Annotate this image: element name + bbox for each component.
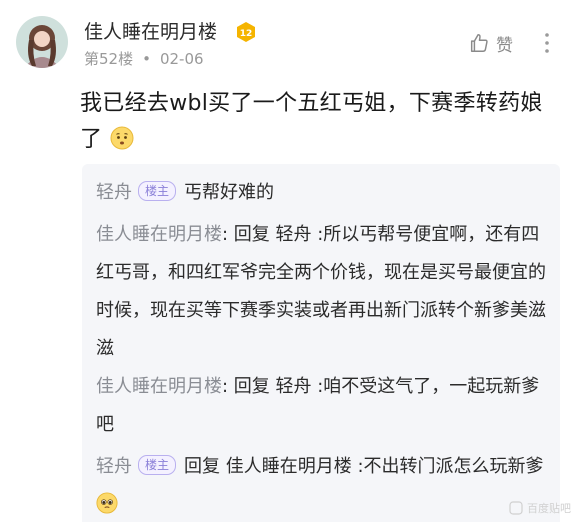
- post-content: 我已经去wbl买了一个五红丐姐，下赛季转药娘了: [80, 86, 550, 162]
- owner-tag-badge: 楼主: [138, 455, 177, 475]
- like-label: 赞: [496, 35, 513, 56]
- reply-text: 回复 佳人睡在明月楼 :不出转门派怎么玩新爹: [184, 456, 544, 477]
- reply-author[interactable]: 轻舟: [96, 182, 132, 203]
- reply-author[interactable]: 佳人睡在明月楼: [96, 376, 222, 397]
- reply-item[interactable]: 轻舟 楼主 丐帮好难的: [96, 174, 548, 212]
- reply-item[interactable]: 佳人睡在明月楼: 回复 轻舟 :所以丐帮号便宜啊，还有四红丐哥，和四红军爷完全两…: [96, 216, 548, 368]
- level-badge-icon: 12: [235, 21, 257, 43]
- worried-face-emoji-icon: [110, 126, 134, 162]
- watermark-text: 百度贴吧: [527, 502, 571, 515]
- post-meta: 第52楼 • 02-06: [84, 49, 204, 69]
- reply-author[interactable]: 佳人睡在明月楼: [96, 224, 222, 245]
- floor-number: 第52楼: [84, 50, 134, 68]
- owner-tag-badge: 楼主: [138, 181, 177, 201]
- reply-text: 丐帮好难的: [184, 182, 275, 203]
- thumbs-up-icon: [470, 34, 488, 52]
- username[interactable]: 佳人睡在明月楼: [84, 20, 217, 44]
- level-number: 12: [240, 29, 253, 39]
- post-text: 我已经去wbl买了一个五红丐姐，下赛季转药娘了: [80, 91, 543, 152]
- post-date: 02-06: [159, 50, 204, 68]
- pleading-face-emoji-icon: [96, 490, 118, 522]
- more-options-icon[interactable]: [538, 30, 556, 56]
- avatar[interactable]: [16, 16, 68, 68]
- reply-item[interactable]: 佳人睡在明月楼: 回复 轻舟 :咱不受这气了，一起玩新爹吧: [96, 368, 548, 444]
- reply-colon: :: [222, 224, 234, 245]
- post-card: 佳人睡在明月楼 12 第52楼 • 02-06 赞 我已经去wbl买了一个五红丐姐，…: [0, 0, 579, 522]
- reply-colon: :: [222, 376, 234, 397]
- reply-author[interactable]: 轻舟: [96, 456, 132, 477]
- separator-dot: •: [142, 50, 151, 68]
- watermark: 百度贴吧: [509, 500, 571, 516]
- like-button[interactable]: 赞: [468, 30, 513, 56]
- reply-list: 轻舟 楼主 丐帮好难的 佳人睡在明月楼: 回复 轻舟 :所以丐帮号便宜啊，还有四红丐…: [82, 164, 560, 522]
- watermark-logo-icon: [509, 501, 523, 515]
- reply-item[interactable]: 轻舟 楼主 回复 佳人睡在明月楼 :不出转门派怎么玩新爹: [96, 448, 548, 522]
